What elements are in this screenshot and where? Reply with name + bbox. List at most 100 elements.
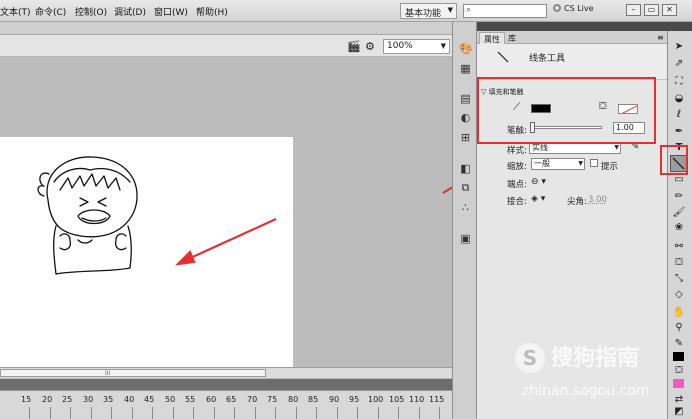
- style-label: 样式:: [507, 146, 527, 156]
- frame-tick: [398, 407, 399, 419]
- frame-number: 75: [267, 395, 278, 404]
- frame-number: 35: [103, 395, 114, 404]
- frame-number: 15: [21, 395, 32, 404]
- frame-tick: [50, 407, 51, 419]
- lasso-tool-icon[interactable]: ℓ: [672, 108, 686, 121]
- color-panel-icon[interactable]: 🎨: [459, 42, 473, 55]
- panel-title-bar[interactable]: [477, 22, 667, 31]
- frame-number: 105: [389, 395, 405, 404]
- frame-number: 20: [42, 395, 53, 404]
- frame-number: 65: [226, 395, 237, 404]
- watermark-title: 搜狗指南: [551, 346, 640, 371]
- frame-tick: [132, 407, 133, 419]
- stage-horizontal-scrollbar[interactable]: III: [0, 367, 452, 378]
- frame-number: 30: [83, 395, 94, 404]
- svg-text:S: S: [523, 346, 537, 370]
- hint-checkbox[interactable]: [590, 159, 598, 167]
- chevron-down-icon: ▼: [614, 144, 619, 151]
- frame-tick: [378, 407, 379, 419]
- miter-value[interactable]: 3.00: [588, 195, 607, 205]
- stroke-color-icon: ✎: [674, 338, 684, 349]
- frame-number: 100: [368, 395, 384, 404]
- tab-properties[interactable]: 属性: [479, 32, 505, 44]
- code-snippets-icon[interactable]: ◧: [459, 162, 472, 175]
- frame-tick: [70, 407, 71, 419]
- stroke-style-value: 实线: [532, 143, 548, 152]
- frame-number: 45: [144, 395, 155, 404]
- align-panel-icon[interactable]: ▤: [459, 92, 472, 105]
- swatches-panel-icon[interactable]: ▦: [459, 62, 472, 75]
- default-colors-icon[interactable]: ◩: [672, 405, 686, 418]
- frame-tick: [214, 407, 215, 419]
- paint-bucket-tool-icon[interactable]: ⛋: [672, 256, 686, 269]
- hand-tool-icon[interactable]: ✋: [672, 306, 686, 319]
- frame-number: 70: [247, 395, 258, 404]
- components-icon[interactable]: ⧉: [459, 181, 472, 194]
- tab-library[interactable]: 库: [504, 32, 520, 44]
- deco-tool-icon[interactable]: ❀: [672, 221, 686, 234]
- collapsed-panel-strip: [452, 22, 477, 419]
- zoom-tool-icon[interactable]: ⚲: [672, 321, 686, 334]
- scale-dropdown[interactable]: 一般 ▼: [531, 158, 585, 170]
- info-panel-icon[interactable]: ◐: [459, 111, 472, 124]
- frame-number: 110: [409, 395, 425, 404]
- frame-number: 40: [124, 395, 135, 404]
- frame-tick: [337, 407, 338, 419]
- frame-number: 90: [329, 395, 340, 404]
- tools-title-bar[interactable]: [667, 22, 692, 31]
- frame-tick: [275, 407, 276, 419]
- frame-number: 95: [349, 395, 360, 404]
- brush-tool-icon[interactable]: 🖌: [672, 206, 686, 219]
- join-style-dropdown[interactable]: ◈ ▾: [531, 194, 545, 204]
- frame-tick: [193, 407, 194, 419]
- panel-menu-icon[interactable]: ≡: [657, 33, 664, 42]
- timeline-header: [0, 379, 452, 390]
- frame-tick: [357, 407, 358, 419]
- frame-number: 60: [206, 395, 217, 404]
- frame-number: 25: [62, 395, 73, 404]
- eyedropper-tool-icon[interactable]: ⤡: [672, 272, 686, 285]
- annotation-highlight-line-tool: [660, 145, 688, 175]
- frame-number: 115: [429, 395, 445, 404]
- frame-tick: [419, 407, 420, 419]
- line-tool-icon: [497, 51, 509, 63]
- join-label: 接合:: [507, 197, 527, 207]
- cap-label: 端点:: [507, 180, 527, 190]
- motion-presets-icon[interactable]: ∴: [459, 201, 472, 214]
- free-transform-tool-icon[interactable]: ⛶: [672, 75, 686, 88]
- selection-tool-icon[interactable]: ➤: [672, 40, 686, 53]
- frame-tick: [439, 407, 440, 419]
- frame-number: 85: [308, 395, 319, 404]
- bone-tool-icon[interactable]: ⚯: [672, 240, 686, 253]
- watermark-url: zhinan.sogou.com: [522, 383, 650, 399]
- pencil-tool-icon[interactable]: ✏: [672, 190, 686, 203]
- 3d-rotation-tool-icon[interactable]: ◒: [672, 92, 686, 105]
- frame-tick: [91, 407, 92, 419]
- frame-tick: [29, 407, 30, 419]
- annotation-highlight-stroke: [477, 77, 656, 144]
- frame-tick: [173, 407, 174, 419]
- current-tool-name: 线条工具: [529, 54, 566, 64]
- stroke-color-tool-swatch[interactable]: [673, 352, 684, 361]
- eraser-tool-icon[interactable]: ◇: [672, 288, 686, 301]
- hint-label: 提示: [601, 162, 619, 172]
- sogou-logo: S: [515, 343, 545, 373]
- frame-tick: [255, 407, 256, 419]
- chevron-down-icon: ▼: [578, 160, 583, 167]
- transform-panel-icon[interactable]: ⊞: [459, 131, 472, 144]
- cap-style-dropdown[interactable]: ⊖ ▾: [531, 177, 546, 187]
- frame-tick: [296, 407, 297, 419]
- history-panel-icon[interactable]: ▣: [459, 232, 472, 245]
- subselection-tool-icon[interactable]: ⇗: [672, 57, 686, 70]
- miter-label: 尖角:: [567, 197, 587, 207]
- frame-number: 55: [185, 395, 196, 404]
- frame-tick: [111, 407, 112, 419]
- frame-tick: [234, 407, 235, 419]
- fill-color-icon: ⛋: [675, 365, 683, 376]
- frame-number: 50: [165, 395, 176, 404]
- frame-tick: [316, 407, 317, 419]
- fill-color-tool-swatch[interactable]: [673, 379, 684, 388]
- scrollbar-thumb[interactable]: III: [0, 369, 266, 377]
- frame-tick: [152, 407, 153, 419]
- pen-tool-icon[interactable]: ✒: [672, 125, 686, 138]
